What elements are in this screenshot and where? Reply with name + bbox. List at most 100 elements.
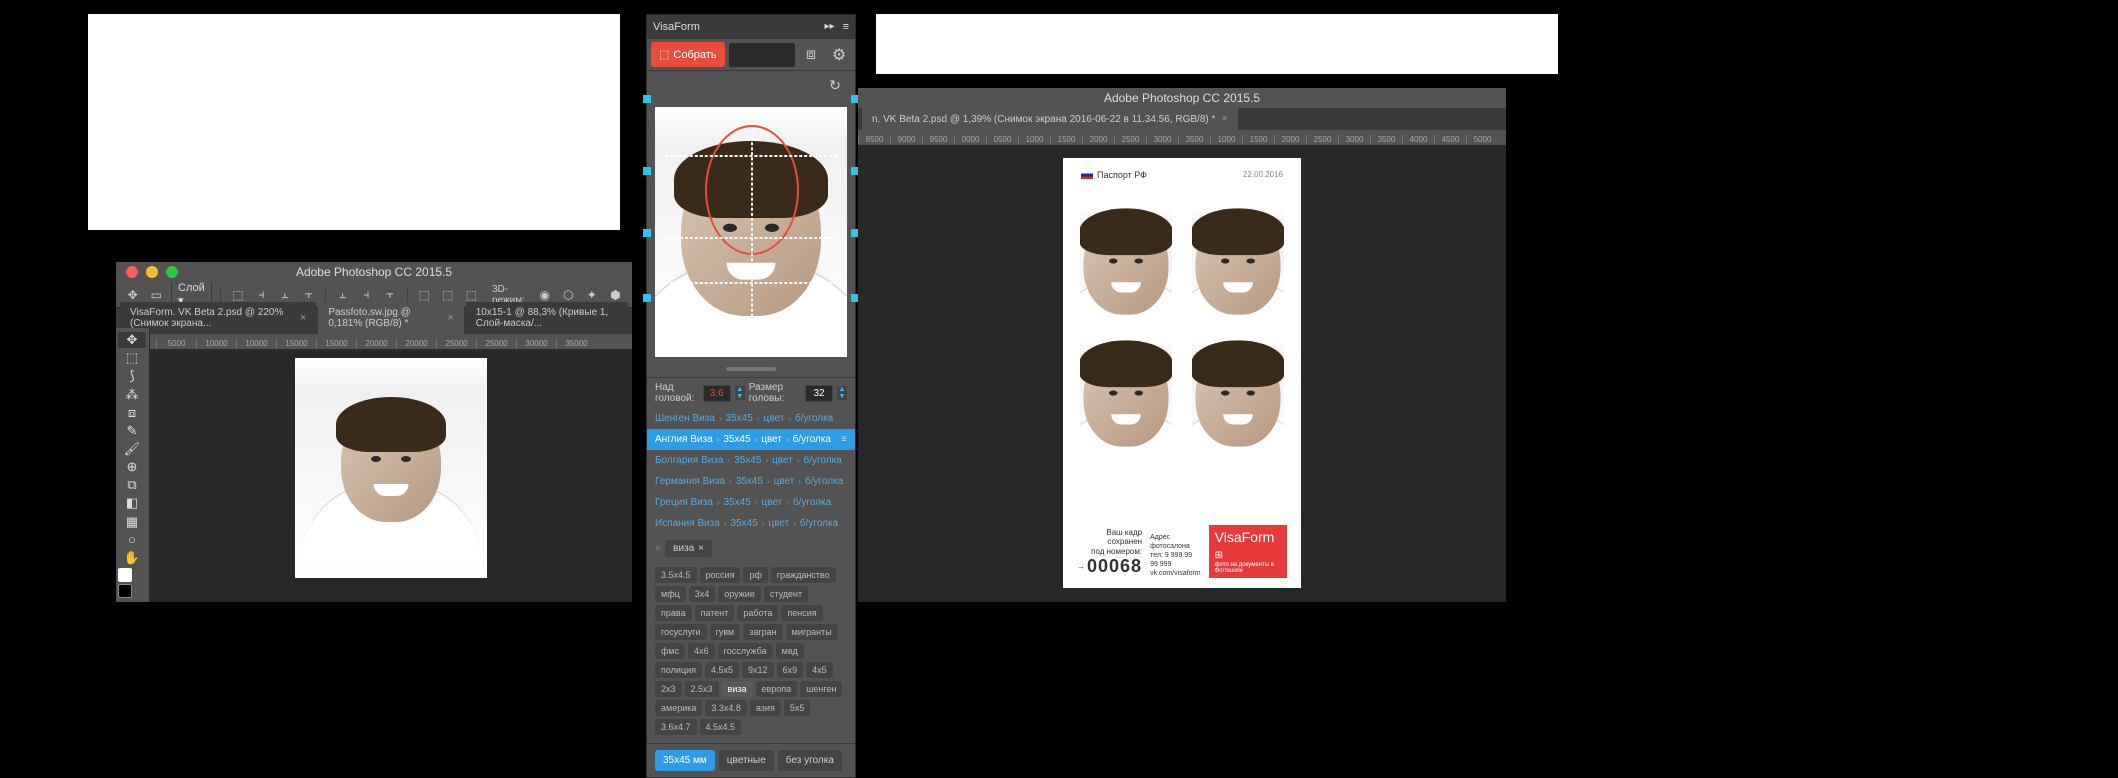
tag[interactable]: 3.3x4.8 <box>705 700 747 716</box>
tag[interactable]: гувм <box>710 624 741 640</box>
saved-block: Ваш кадр сохранен под номером: →00068 <box>1077 528 1142 578</box>
footer-size-button[interactable]: 35x45 мм <box>655 750 715 771</box>
tag[interactable]: 2x3 <box>655 681 682 697</box>
format-row[interactable]: Болгария Виза›35x45›цвет›б/уголка <box>647 450 855 471</box>
marquee-tool[interactable]: ⬚ <box>118 350 146 366</box>
tag[interactable]: студент <box>764 586 808 602</box>
crop-icon[interactable]: ⧈ <box>799 43 823 67</box>
tag[interactable]: 5x5 <box>784 700 811 716</box>
tag[interactable]: гражданство <box>771 567 836 583</box>
stepper[interactable]: ▲▼ <box>837 386 847 400</box>
window-title: Adobe Photoshop CC 2015.5 <box>296 265 452 279</box>
bg-color[interactable] <box>118 584 132 598</box>
close-tab-icon[interactable]: × <box>447 312 453 324</box>
tag[interactable]: азия <box>750 700 781 716</box>
tag[interactable]: госслужба <box>718 643 773 659</box>
eraser-tool[interactable]: ◧ <box>118 495 146 511</box>
format-list: Шенген Виза›35x45›цвет›б/уголкаАнглия Ви… <box>647 408 855 534</box>
tag[interactable]: 6x9 <box>777 662 804 678</box>
crop-handle[interactable] <box>643 229 651 237</box>
collapse-icon[interactable]: ▸▸ <box>825 21 835 33</box>
tag[interactable]: рф <box>743 567 767 583</box>
doc-tab-active[interactable]: Passfoto.sw.jpg @ 0,181% (RGB/8) *× <box>318 302 463 334</box>
close-icon[interactable] <box>126 266 138 278</box>
tag[interactable]: мигранты <box>786 624 838 640</box>
tag[interactable]: 4x6 <box>688 643 715 659</box>
doc-tab-active[interactable]: n. VK Beta 2.psd @ 1,39% (Снимок экрана … <box>862 108 1238 130</box>
fg-color[interactable] <box>118 568 132 582</box>
head-gap-input[interactable] <box>703 385 731 402</box>
panel-title: VisaForm <box>653 21 700 33</box>
menu-icon[interactable]: ≡ <box>843 21 849 33</box>
tag[interactable]: 4.5x5 <box>705 662 739 678</box>
tag[interactable]: 3.5x4.5 <box>655 567 697 583</box>
gradient-tool[interactable]: ▦ <box>118 514 146 530</box>
slider-handle[interactable] <box>726 367 776 371</box>
format-row[interactable]: Испания Виза›35x45›цвет›б/уголка <box>647 513 855 534</box>
tag[interactable]: права <box>655 605 692 621</box>
minimize-icon[interactable] <box>146 266 158 278</box>
wand-tool[interactable]: ⁂ <box>118 386 146 402</box>
dodge-tool[interactable]: ○ <box>118 532 146 548</box>
canvas[interactable] <box>150 350 632 602</box>
tag[interactable]: оружие <box>718 586 761 602</box>
tag[interactable]: загран <box>743 624 782 640</box>
eyedropper-tool[interactable]: ✎ <box>118 423 146 439</box>
tag[interactable]: америка <box>655 700 702 716</box>
footer-corner-button[interactable]: без уголка <box>778 750 842 771</box>
tag[interactable]: виза <box>722 681 753 697</box>
move-tool[interactable]: ✥ <box>118 332 146 348</box>
healing-tool[interactable]: ⊕ <box>118 459 146 475</box>
format-row[interactable]: Шенген Виза›35x45›цвет›б/уголка <box>647 408 855 429</box>
tag[interactable]: пенсия <box>781 605 822 621</box>
format-row[interactable]: Греция Виза›35x45›цвет›б/уголка <box>647 492 855 513</box>
preview-area[interactable] <box>647 99 855 365</box>
crop-handle[interactable] <box>643 95 651 103</box>
remove-chip-icon[interactable]: × <box>698 543 704 554</box>
tag[interactable]: работа <box>737 605 778 621</box>
tag[interactable]: мвд <box>776 643 804 659</box>
search-icon[interactable]: ⌕ <box>655 542 661 555</box>
head-size-input[interactable] <box>805 385 833 402</box>
stepper[interactable]: ▲▼ <box>735 386 745 400</box>
tag[interactable]: фмс <box>655 643 685 659</box>
tag[interactable]: 4.5x4.5 <box>700 719 742 735</box>
id-photo <box>1192 208 1284 324</box>
tag[interactable]: полиция <box>655 662 702 678</box>
tag[interactable]: госуслуги <box>655 624 707 640</box>
crop-tool[interactable]: ⧈ <box>118 405 146 421</box>
tag[interactable]: 2.5x3 <box>685 681 719 697</box>
search-chip[interactable]: виза× <box>665 540 712 557</box>
lasso-tool[interactable]: ⟆ <box>118 368 146 384</box>
tag[interactable]: европа <box>756 681 798 697</box>
format-row[interactable]: Англия Виза›35x45›цвет›б/уголка≡ <box>647 429 855 450</box>
tag[interactable]: россия <box>700 567 741 583</box>
address-block: Адрес фотосалона тел: 9 999 99 99 999 vk… <box>1150 533 1201 578</box>
close-tab-icon[interactable]: × <box>300 312 306 324</box>
refresh-icon[interactable]: ↻ <box>823 73 847 97</box>
footer-color-button[interactable]: цветные <box>719 750 774 771</box>
crop-handle[interactable] <box>643 167 651 175</box>
canvas[interactable]: Паспорт РФ 22.00.2016 Ваш кадр сохранен … <box>858 146 1506 602</box>
build-button[interactable]: ⬚ Собрать <box>651 42 725 67</box>
clone-tool[interactable]: ⧉ <box>118 477 146 493</box>
row-menu-icon[interactable]: ≡ <box>841 434 847 445</box>
blank-region-left <box>88 14 620 230</box>
tag[interactable]: патент <box>695 605 735 621</box>
brush-tool[interactable]: 🖌 <box>118 441 146 457</box>
crop-handle[interactable] <box>643 294 651 302</box>
tag[interactable]: 3x4 <box>689 586 716 602</box>
window-controls[interactable] <box>116 266 178 278</box>
tag[interactable]: 9x12 <box>742 662 774 678</box>
hand-tool[interactable]: ✋ <box>118 550 146 566</box>
format-row[interactable]: Германия Виза›35x45›цвет›б/уголка <box>647 471 855 492</box>
tag[interactable]: мфц <box>655 586 686 602</box>
close-tab-icon[interactable]: × <box>1221 113 1227 125</box>
portrait-image <box>295 358 487 578</box>
gear-icon[interactable]: ⚙ <box>827 43 851 67</box>
tag[interactable]: шенген <box>800 681 842 697</box>
doc-tab[interactable]: 10x15-1 @ 88,3% (Кривые 1, Слой-маска/..… <box>466 302 628 334</box>
maximize-icon[interactable] <box>166 266 178 278</box>
tag[interactable]: 3.6x4.7 <box>655 719 697 735</box>
tag[interactable]: 4x5 <box>806 662 833 678</box>
